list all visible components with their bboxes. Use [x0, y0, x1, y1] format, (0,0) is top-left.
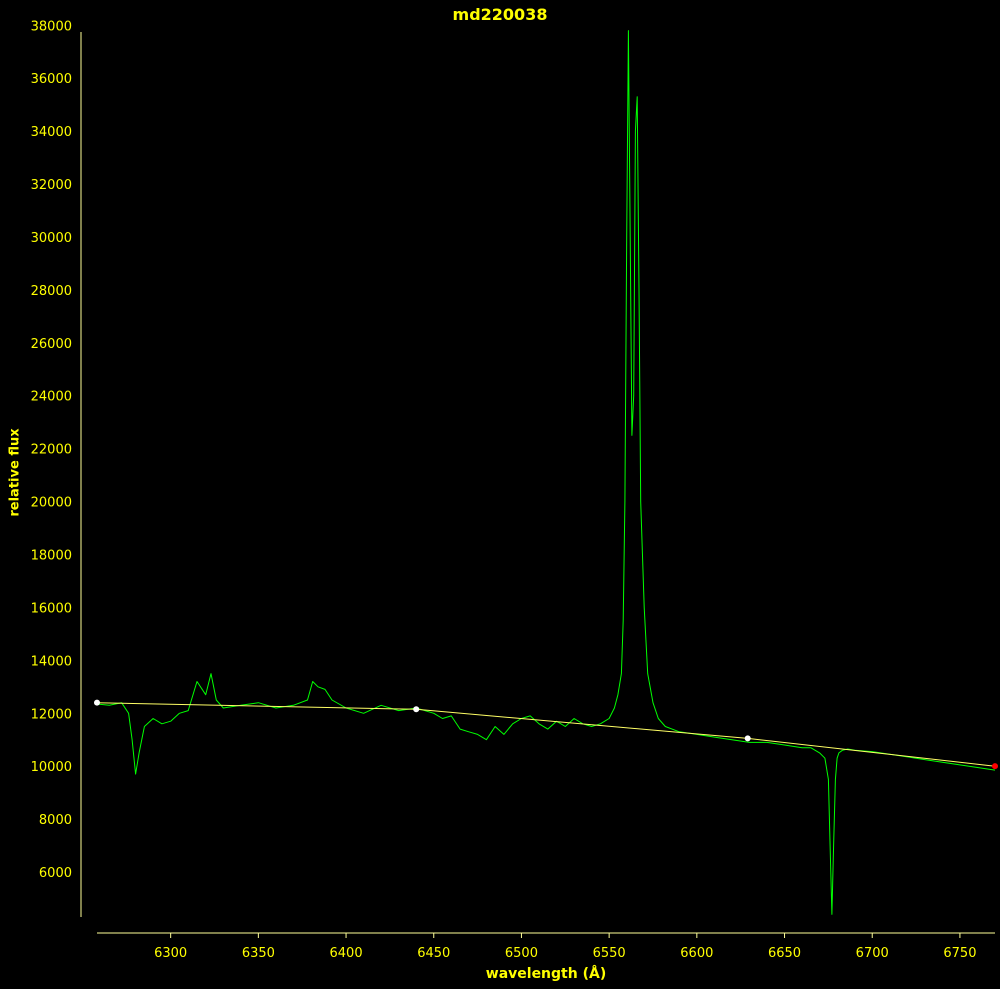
x-tick-label: 6350: [242, 946, 275, 961]
continuum-line: [96, 702, 996, 767]
spectrum-line: [96, 30, 996, 915]
y-tick-label: 20000: [31, 496, 72, 511]
x-tick-label: 6500: [505, 946, 538, 961]
y-tick-label: 14000: [31, 654, 72, 669]
spectrum-plot: 6000 8000 10000 12000 14000 16000 18000 20000 22…: [31, 19, 998, 961]
y-tick-label: 12000: [31, 707, 72, 722]
y-tick-label: 30000: [31, 231, 72, 246]
y-tick-label: 16000: [31, 601, 72, 616]
y-tick-label: 22000: [31, 443, 72, 458]
y-tick-label: 18000: [31, 548, 72, 563]
y-tick-label: 32000: [31, 178, 72, 193]
x-tick-label: 6700: [856, 946, 889, 961]
x-tick-label: 6450: [417, 946, 450, 961]
x-tick-label: 6650: [768, 946, 801, 961]
y-axis: 6000 8000 10000 12000 14000 16000 18000 20000 22…: [31, 19, 82, 917]
x-tick-label: 6300: [154, 946, 187, 961]
continuum-point: [413, 706, 420, 713]
y-tick-label: 28000: [31, 284, 72, 299]
continuum-point: [744, 735, 751, 742]
x-axis-label: wavelength (Å): [485, 966, 607, 982]
y-tick-label: 34000: [31, 125, 72, 140]
x-tick-label: 6550: [593, 946, 626, 961]
y-tick-label: 36000: [31, 72, 72, 87]
x-tick-label: 6400: [330, 946, 363, 961]
x-tick-label: 6600: [680, 946, 713, 961]
y-tick-label: 24000: [31, 390, 72, 405]
series-layer: [96, 30, 996, 915]
continuum-point: [992, 763, 998, 770]
x-tick-label: 6750: [943, 946, 976, 961]
marker-layer: [94, 699, 998, 770]
y-tick-label: 6000: [39, 866, 72, 881]
chart-title: md220038: [452, 5, 548, 24]
y-tick-label: 10000: [31, 760, 72, 775]
y-tick-label: 26000: [31, 337, 72, 352]
continuum-point: [94, 699, 100, 706]
y-tick-label: 8000: [39, 813, 72, 828]
y-axis-label: relative flux: [7, 428, 23, 517]
x-axis: 6300 6350 6400 6450 6500 6550 6600 6650 6700 6750: [97, 932, 995, 961]
